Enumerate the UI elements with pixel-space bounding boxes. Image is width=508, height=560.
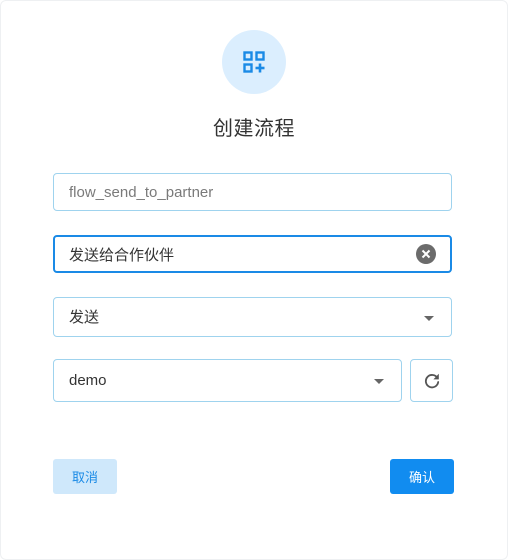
refresh-icon: [424, 373, 439, 388]
clear-icon[interactable]: [416, 244, 436, 264]
create-flow-dialog: 创建流程 发送 demo 取消 确认: [0, 0, 508, 560]
confirm-button[interactable]: 确认: [390, 459, 454, 494]
flow-type-select[interactable]: 发送: [53, 297, 452, 337]
flow-type-value: 发送: [69, 309, 100, 326]
refresh-button[interactable]: [410, 359, 453, 402]
flow-name-input[interactable]: [55, 237, 450, 271]
chevron-down-icon: [374, 379, 384, 384]
flow-name-field: [53, 235, 452, 273]
flow-id-input[interactable]: [54, 174, 451, 210]
environment-select[interactable]: demo: [53, 359, 402, 402]
environment-value: demo: [69, 372, 107, 389]
cancel-button[interactable]: 取消: [53, 459, 117, 494]
flow-id-field: [53, 173, 452, 211]
chevron-down-icon: [424, 316, 434, 321]
apps-add-icon: [222, 30, 286, 94]
dialog-title: 创建流程: [213, 118, 295, 140]
